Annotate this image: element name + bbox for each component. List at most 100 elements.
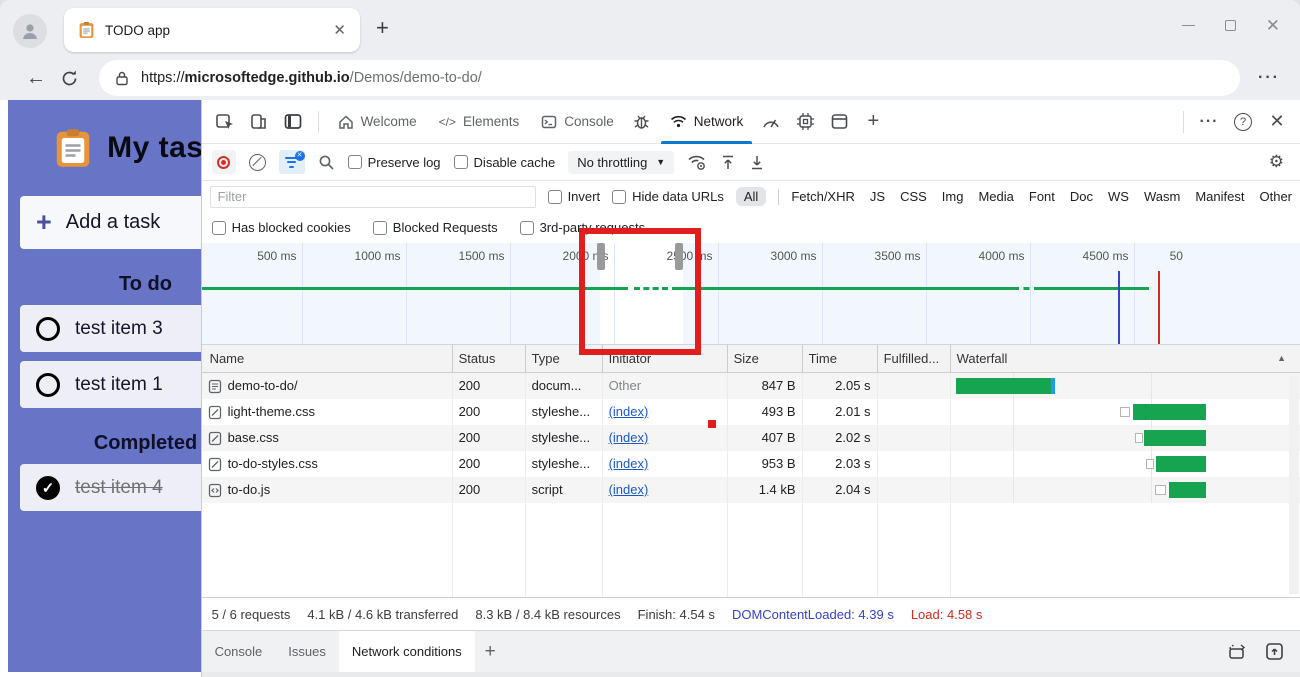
disable-cache-checkbox[interactable]: Disable cache	[454, 155, 556, 170]
help-icon[interactable]: ?	[1229, 108, 1257, 136]
export-har-icon[interactable]	[749, 154, 765, 171]
panel-layout-icon[interactable]	[279, 108, 307, 136]
tab-welcome[interactable]: Welcome	[327, 100, 428, 144]
browser-tab[interactable]: TODO app ✕	[64, 8, 360, 52]
filter-type-css[interactable]: CSS	[900, 189, 927, 204]
table-row[interactable]: base.css 200 styleshe... (index) 407 B 2…	[202, 425, 1300, 451]
task-checkbox-checked[interactable]: ✓	[36, 476, 60, 500]
request-name[interactable]: light-theme.css	[202, 399, 453, 425]
application-icon[interactable]	[825, 108, 853, 136]
table-scrollbar[interactable]	[1289, 376, 1299, 594]
column-header-waterfall[interactable]: Waterfall▲	[951, 345, 1300, 373]
filter-bar: Invert Hide data URLs All Fetch/XHR JS C…	[202, 181, 1300, 212]
checkbox-icon[interactable]	[373, 221, 387, 235]
invert-checkbox[interactable]: Invert	[548, 189, 601, 204]
tab-close-icon[interactable]: ✕	[333, 23, 346, 38]
device-emulation-icon[interactable]	[245, 108, 273, 136]
filter-type-media[interactable]: Media	[978, 189, 1013, 204]
drawer-tab-console[interactable]: Console	[202, 631, 276, 672]
minimize-icon[interactable]	[1182, 25, 1195, 26]
import-har-icon[interactable]	[720, 154, 736, 171]
filter-type-ws[interactable]: WS	[1108, 189, 1129, 204]
filter-type-font[interactable]: Font	[1029, 189, 1055, 204]
request-initiator: Other	[603, 373, 728, 399]
table-empty-area	[202, 503, 1300, 597]
browser-menu-icon[interactable]: ···	[1258, 69, 1280, 87]
filter-input[interactable]	[210, 186, 536, 208]
filter-type-other[interactable]: Other	[1259, 189, 1292, 204]
column-header-fulfilled[interactable]: Fulfilled...	[878, 345, 951, 373]
drawer-more-tools-icon[interactable]: +	[475, 631, 506, 672]
column-header-size[interactable]: Size	[728, 345, 803, 373]
filter-icon[interactable]: ✕	[279, 150, 305, 174]
initiator-link[interactable]: (index)	[609, 482, 649, 497]
task-checkbox[interactable]	[36, 317, 60, 341]
maximize-icon[interactable]	[1225, 20, 1236, 31]
table-row[interactable]: to-do.js 200 script (index) 1.4 kB 2.04 …	[202, 477, 1300, 503]
devtools-menu-icon[interactable]: ···	[1195, 108, 1223, 136]
request-name[interactable]: to-do-styles.css	[202, 451, 453, 477]
profile-avatar[interactable]	[13, 14, 47, 48]
tab-elements[interactable]: </> Elements	[428, 100, 531, 144]
request-name-label: light-theme.css	[228, 399, 315, 425]
filter-type-img[interactable]: Img	[942, 189, 964, 204]
red-dot-marker	[708, 420, 716, 428]
bug-icon[interactable]	[628, 108, 656, 136]
table-row[interactable]: demo-to-do/ 200 docum... Other 847 B 2.0…	[202, 373, 1300, 399]
network-conditions-icon[interactable]	[687, 154, 707, 170]
tab-console[interactable]: Console	[530, 100, 625, 144]
request-name[interactable]: base.css	[202, 425, 453, 451]
initiator-link[interactable]: (index)	[609, 430, 649, 445]
new-tab-button[interactable]: +	[376, 17, 389, 39]
column-header-name[interactable]: Name	[202, 345, 453, 373]
filter-type-doc[interactable]: Doc	[1070, 189, 1093, 204]
filter-type-all[interactable]: All	[736, 187, 766, 206]
address-bar[interactable]: https://microsoftedge.github.io/Demos/de…	[99, 60, 1240, 96]
filter-type-wasm[interactable]: Wasm	[1144, 189, 1180, 204]
throttling-select[interactable]: No throttling▼	[568, 151, 674, 174]
checkbox-icon[interactable]	[348, 155, 362, 169]
column-header-time[interactable]: Time	[803, 345, 878, 373]
clear-icon[interactable]	[249, 154, 266, 171]
preserve-log-checkbox[interactable]: Preserve log	[348, 155, 441, 170]
devtools-close-icon[interactable]: ✕	[1263, 108, 1291, 136]
checkbox-icon[interactable]	[612, 190, 626, 204]
record-button[interactable]	[212, 150, 236, 174]
column-header-status[interactable]: Status	[453, 345, 526, 373]
devtools-right-controls: ··· ? ✕	[1175, 108, 1294, 136]
checkbox-icon[interactable]	[454, 155, 468, 169]
window-close-icon[interactable]: ✕	[1266, 20, 1280, 31]
more-tabs-icon[interactable]: +	[859, 108, 887, 136]
table-row[interactable]: light-theme.css 200 styleshe... (index) …	[202, 399, 1300, 425]
checkbox-icon[interactable]	[212, 221, 226, 235]
performance-gauge-icon[interactable]	[757, 108, 785, 136]
drawer-tab-network-conditions[interactable]: Network conditions	[339, 631, 475, 672]
expand-drawer-icon[interactable]	[1265, 642, 1284, 661]
initiator-link[interactable]: (index)	[609, 404, 649, 419]
request-name[interactable]: demo-to-do/	[202, 373, 453, 399]
settings-gear-icon[interactable]: ⚙	[1269, 152, 1284, 172]
inspect-element-icon[interactable]	[211, 108, 239, 136]
refresh-icon[interactable]	[60, 69, 79, 88]
checkbox-icon[interactable]	[548, 190, 562, 204]
filter-type-manifest[interactable]: Manifest	[1195, 189, 1244, 204]
task-checkbox[interactable]	[36, 373, 60, 397]
request-name[interactable]: to-do.js	[202, 477, 453, 503]
undock-icon[interactable]	[1227, 643, 1247, 660]
filter-type-js[interactable]: JS	[870, 189, 885, 204]
memory-chip-icon[interactable]	[791, 108, 819, 136]
has-blocked-cookies-checkbox[interactable]: Has blocked cookies	[212, 220, 351, 235]
hide-data-urls-checkbox[interactable]: Hide data URLs	[612, 189, 724, 204]
request-size: 847 B	[728, 373, 803, 399]
search-icon[interactable]	[318, 154, 335, 171]
checkbox-icon[interactable]	[520, 221, 534, 235]
plus-icon: +	[36, 207, 52, 238]
filter-type-fetch-xhr[interactable]: Fetch/XHR	[791, 189, 855, 204]
blocked-requests-checkbox[interactable]: Blocked Requests	[373, 220, 498, 235]
drawer-tab-issues[interactable]: Issues	[275, 631, 339, 672]
initiator-link[interactable]: (index)	[609, 456, 649, 471]
back-icon[interactable]: ←	[26, 68, 46, 88]
tab-network[interactable]: Network	[659, 100, 755, 144]
table-row[interactable]: to-do-styles.css 200 styleshe... (index)…	[202, 451, 1300, 477]
network-overview-timeline[interactable]: 500 ms 1000 ms 1500 ms 2000 ms 2500 ms 3…	[202, 243, 1300, 345]
